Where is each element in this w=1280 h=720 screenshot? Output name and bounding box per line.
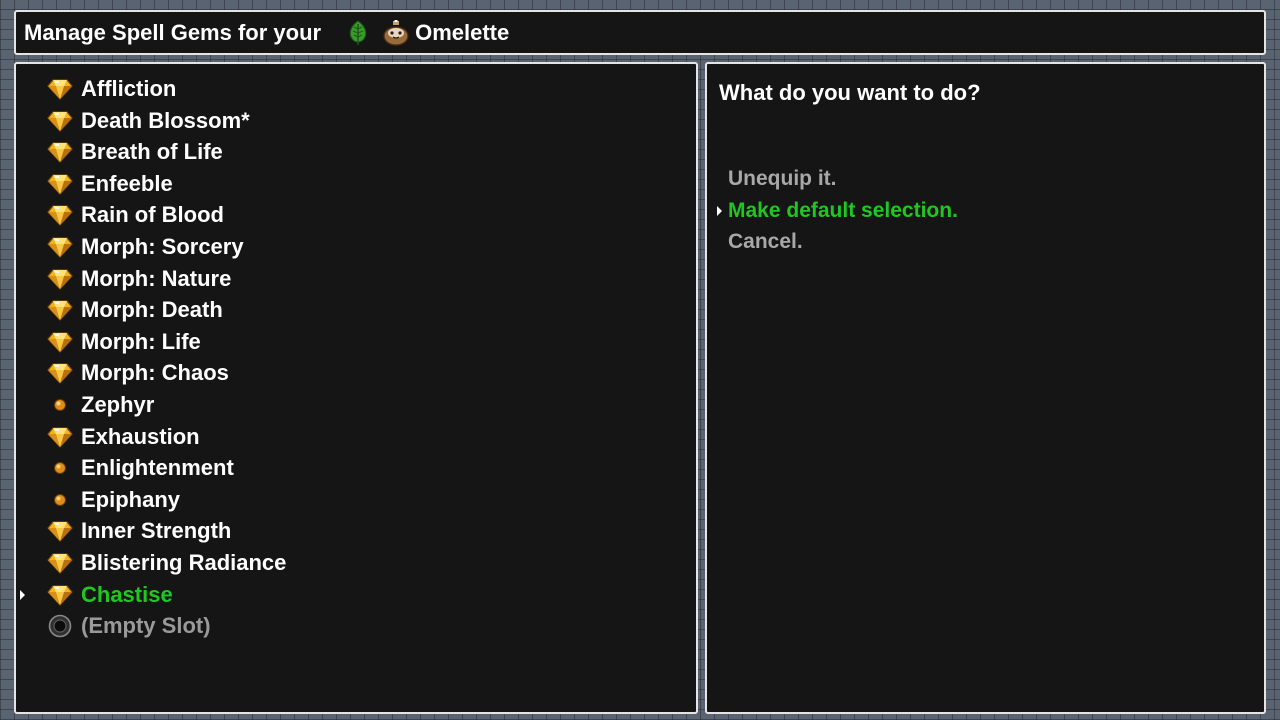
gem-list-item-enfeeble[interactable]: Enfeeble xyxy=(16,169,676,199)
diamond-gem-icon xyxy=(46,108,74,134)
option-cancel[interactable]: Cancel. xyxy=(707,227,1227,257)
action-panel: What do you want to do? Unequip it. Make … xyxy=(705,62,1266,714)
gem-list-item-rain-of-blood[interactable]: Rain of Blood xyxy=(16,200,676,230)
orb-gem-icon xyxy=(46,487,74,513)
orb-gem-icon xyxy=(46,392,74,418)
leaf-icon xyxy=(343,18,373,48)
pet-name: Omelette xyxy=(415,19,510,45)
diamond-gem-icon xyxy=(46,139,74,165)
title-bar: Manage Spell Gems for your Omelette xyxy=(14,10,1266,55)
gem-list-item-exhaustion[interactable]: Exhaustion xyxy=(16,422,676,452)
gem-label: (Empty Slot) xyxy=(81,613,211,639)
diamond-gem-icon xyxy=(46,234,74,260)
option-make-default-selection[interactable]: Make default selection. xyxy=(707,196,1227,226)
gem-label: Morph: Chaos xyxy=(81,360,229,386)
gem-label: Exhaustion xyxy=(81,423,200,449)
gem-label: Zephyr xyxy=(81,392,155,417)
diamond-gem-icon xyxy=(46,550,74,576)
diamond-gem-icon xyxy=(46,518,74,544)
diamond-gem-icon xyxy=(46,297,74,323)
gem-label: Chastise xyxy=(81,581,173,607)
gem-list-item-affliction[interactable]: Affliction xyxy=(16,74,676,104)
gem-label: Blistering Radiance xyxy=(81,550,287,575)
gem-label: Enfeeble xyxy=(81,170,173,196)
diamond-gem-icon xyxy=(46,266,74,292)
gem-list-item-breath-of-life[interactable]: Breath of Life xyxy=(16,137,676,167)
gem-list-item-death-blossom[interactable]: Death Blossom* xyxy=(16,106,676,136)
orb-gem-icon xyxy=(46,455,74,481)
empty-slot-icon xyxy=(46,613,74,639)
gem-label: Morph: Sorcery xyxy=(81,234,244,259)
gem-label: Epiphany xyxy=(81,486,181,512)
diamond-gem-icon xyxy=(46,329,74,355)
diamond-gem-icon xyxy=(46,76,74,102)
title-text: Manage Spell Gems for your xyxy=(24,19,322,45)
option-unequip-it[interactable]: Unequip it. xyxy=(707,164,1227,194)
diamond-gem-icon xyxy=(46,582,74,608)
gem-label: Inner Strength xyxy=(81,518,232,544)
option-label: Make default selection. xyxy=(728,198,958,222)
gem-list-item-morph-nature[interactable]: Morph: Nature xyxy=(16,264,676,294)
gem-label: Morph: Life xyxy=(81,328,201,354)
gem-list-item-inner-strength[interactable]: Inner Strength xyxy=(16,516,676,546)
diamond-gem-icon xyxy=(46,171,74,197)
option-label: Unequip it. xyxy=(728,167,837,190)
option-label: Cancel. xyxy=(728,230,803,254)
gem-list-item-chastise[interactable]: Chastise xyxy=(16,580,676,610)
gem-label: Morph: Death xyxy=(81,297,223,323)
pet-icon xyxy=(381,18,411,48)
gem-list-item-morph-chaos[interactable]: Morph: Chaos xyxy=(16,358,676,388)
gem-label: Enlightenment xyxy=(81,455,234,481)
action-prompt: What do you want to do? xyxy=(719,80,981,105)
gem-list-item-enlightenment[interactable]: Enlightenment xyxy=(16,453,676,483)
gem-label: Rain of Blood xyxy=(81,202,224,228)
gem-label: Morph: Nature xyxy=(81,265,232,291)
diamond-gem-icon xyxy=(46,202,74,228)
gem-list-panel: Affliction Death Blossom* Breath of Life En… xyxy=(14,62,698,714)
gem-list-item-morph-death[interactable]: Morph: Death xyxy=(16,295,676,325)
selection-cursor-icon xyxy=(20,589,25,600)
title-row: Manage Spell Gems for your Omelette xyxy=(24,12,509,53)
gem-list-item-blistering-radiance[interactable]: Blistering Radiance xyxy=(16,548,676,578)
gem-label: Affliction xyxy=(81,76,177,101)
gem-list-item-zephyr[interactable]: Zephyr xyxy=(16,390,676,420)
diamond-gem-icon xyxy=(46,360,74,386)
gem-label: Breath of Life xyxy=(81,139,223,165)
gem-list-item-morph-sorcery[interactable]: Morph: Sorcery xyxy=(16,232,676,262)
gem-list-item-empty-slot[interactable]: (Empty Slot) xyxy=(16,611,676,641)
gem-list-item-epiphany[interactable]: Epiphany xyxy=(16,485,676,515)
gem-list-item-morph-life[interactable]: Morph: Life xyxy=(16,327,676,357)
gem-label: Death Blossom* xyxy=(81,107,250,133)
selection-cursor-icon xyxy=(717,205,722,216)
diamond-gem-icon xyxy=(46,424,74,450)
